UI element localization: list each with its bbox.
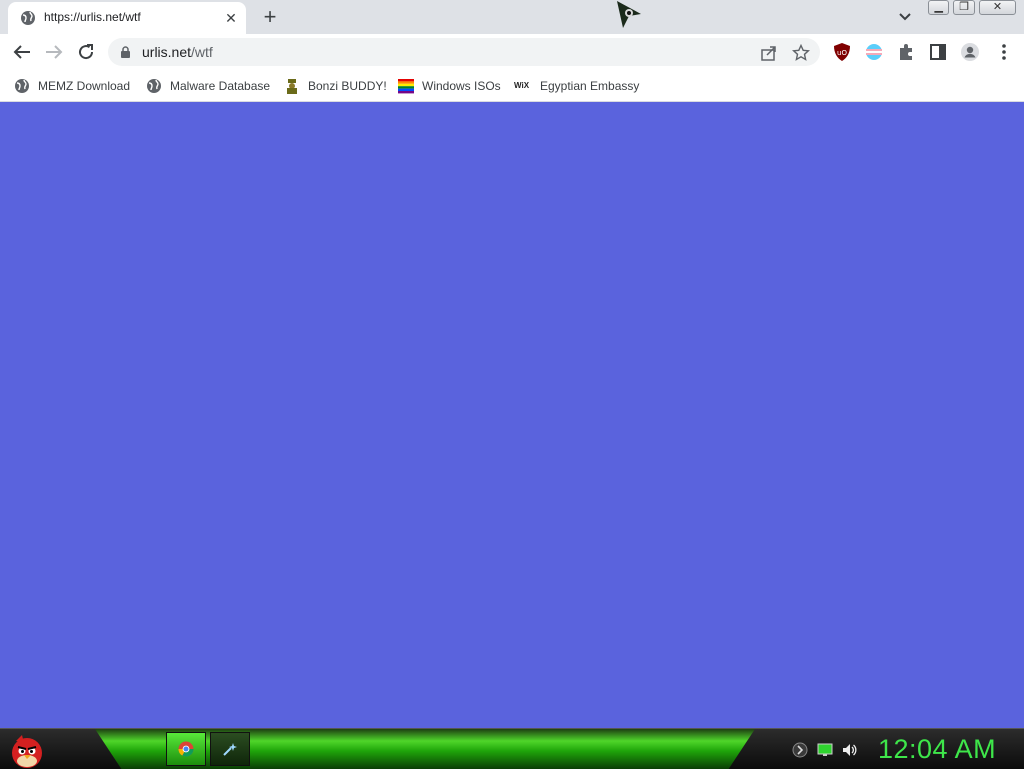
tab-search-chevron-down-icon[interactable] [896,8,914,26]
restore-button[interactable]: ❐ [953,0,975,15]
bookmark-label: Malware Database [170,79,271,93]
svg-text:uO: uO [837,49,847,57]
tray-monitor-icon[interactable] [817,742,833,758]
lock-icon[interactable] [120,46,131,58]
minimize-button[interactable]: ▁ [928,0,950,15]
url-host: urlis.net [142,44,192,60]
restore-icon: ❐ [959,1,970,13]
rainbow-flag-icon [398,79,414,94]
close-window-button[interactable]: ✕ [978,0,1016,15]
bookmark-bonzi-buddy[interactable]: Bonzi BUDDY! [284,76,387,96]
url-text[interactable]: urlis.net/wtf [142,44,213,60]
minimize-icon: ▁ [934,1,943,13]
globe-icon [21,11,35,25]
page-content [0,102,1024,728]
bookmark-label: Bonzi BUDDY! [308,79,387,93]
tab-strip: https://urlis.net/wtf ✕ + ▁ ❐ ✕ [0,0,1024,34]
kebab-menu-icon[interactable] [994,42,1014,62]
globe-icon [147,79,161,93]
bookmarks-bar: MEMZ Download Malware Database Bonzi BUD… [0,70,1024,102]
extensions-puzzle-icon[interactable] [896,42,916,62]
sparkle-app-icon [223,743,237,756]
back-arrow-icon[interactable] [10,40,34,64]
tray-network-icon[interactable] [792,742,808,758]
taskbar-chrome-button[interactable] [166,732,206,766]
flag-extension-icon[interactable] [864,42,884,62]
close-icon: ✕ [992,1,1003,13]
bookmark-label: MEMZ Download [38,79,131,93]
bookmark-memz-download[interactable]: MEMZ Download [14,76,130,96]
taskbar-clock[interactable]: 12:04 AM [878,734,996,765]
bookmark-windows-isos[interactable]: Windows ISOs [398,76,501,96]
reload-icon[interactable] [74,40,98,64]
side-panel-icon[interactable] [928,42,948,62]
tab-close-button[interactable]: ✕ [222,9,240,27]
angry-bird-start-icon[interactable] [8,731,46,769]
share-icon[interactable] [760,44,778,62]
taskbar: 12:04 AM [0,728,1024,769]
window-controls: ▁ ❐ ✕ [928,0,1020,17]
volume-icon[interactable] [841,742,857,758]
bonzi-icon [287,79,297,94]
url-path: /wtf [191,44,213,60]
eye-cursor-icon [617,1,641,28]
taskbar-app-button[interactable] [210,732,250,766]
browser-toolbar: urlis.net/wtf uO [0,34,1024,70]
profile-avatar-icon[interactable] [960,42,980,62]
browser-tab[interactable]: https://urlis.net/wtf ✕ [8,2,246,34]
bookmark-malware-database[interactable]: Malware Database [146,76,270,96]
forward-arrow-icon[interactable] [42,40,66,64]
bookmark-star-icon[interactable] [792,44,810,62]
bookmark-label: Egyptian Embassy [540,79,640,93]
chrome-icon [178,741,194,757]
globe-icon [15,79,29,93]
tab-title: https://urlis.net/wtf [44,10,141,24]
new-tab-button[interactable]: + [258,5,282,29]
bookmark-egyptian-embassy[interactable]: WiX Egyptian Embassy [514,76,639,96]
bookmark-label: Windows ISOs [422,79,501,93]
ublock-origin-icon[interactable]: uO [832,42,852,62]
address-bar[interactable]: urlis.net/wtf [108,38,820,66]
wix-icon: WiX [514,81,530,90]
